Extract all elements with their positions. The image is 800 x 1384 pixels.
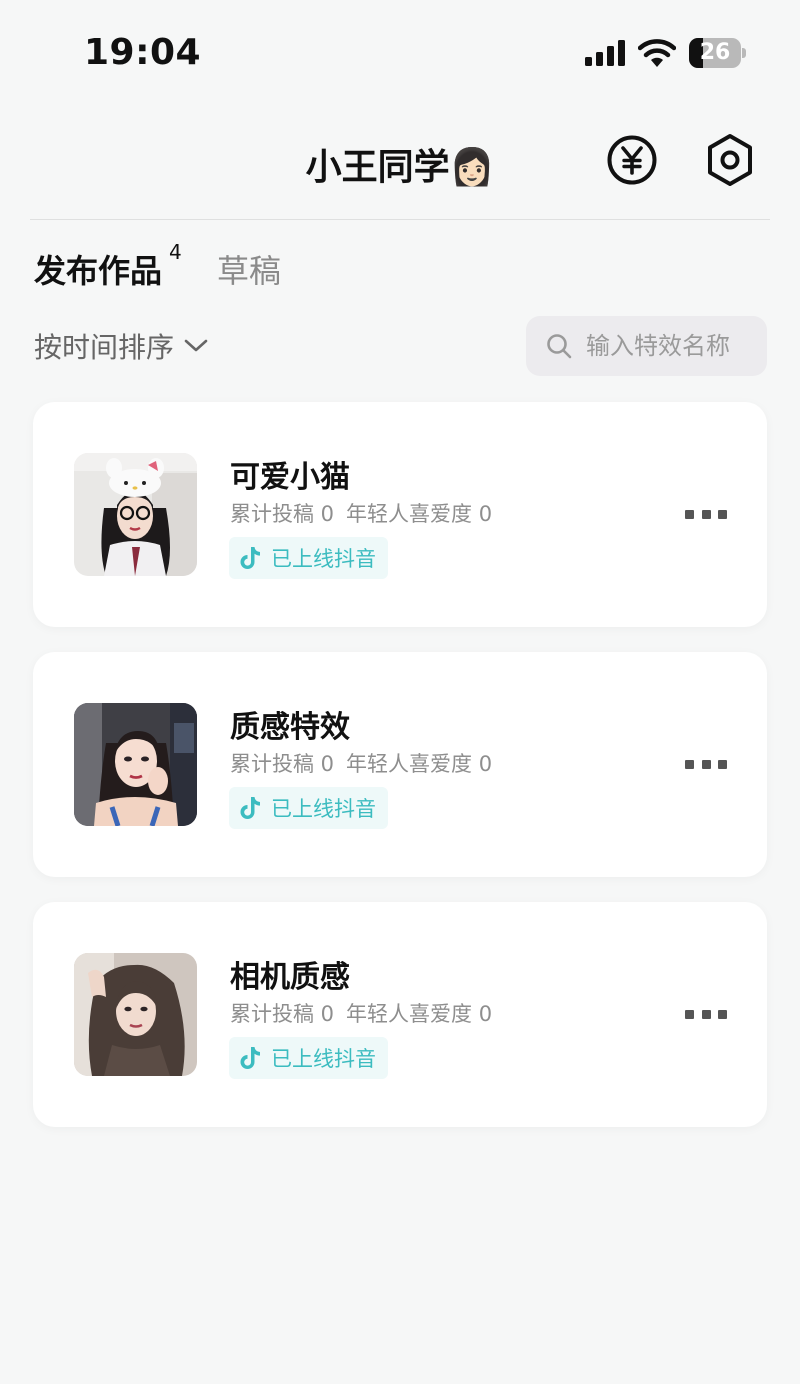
signal-icon — [585, 40, 625, 66]
effect-title: 相机质感 — [230, 960, 350, 995]
battery-level: 26 — [699, 40, 731, 65]
tab-drafts-label: 草稿 — [217, 252, 282, 290]
sort-label: 按时间排序 — [34, 331, 175, 364]
thumbnail-image — [74, 703, 197, 826]
wifi-icon — [638, 39, 676, 67]
more-options-button[interactable] — [685, 507, 727, 521]
submissions-count: 累计投稿 0 — [230, 752, 335, 776]
status-time: 19:04 — [84, 32, 202, 73]
list-item[interactable]: 可爱小猫 累计投稿 0 年轻人喜爱度 0 已上线抖音 — [33, 402, 767, 627]
tab-published-label: 发布作品 — [34, 252, 163, 290]
header: 小王同学👩🏻 — [0, 110, 800, 210]
settings-icon[interactable] — [704, 133, 756, 187]
search-box[interactable] — [526, 316, 767, 376]
list-item[interactable]: 质感特效 累计投稿 0 年轻人喜爱度 0 已上线抖音 — [33, 652, 767, 877]
search-icon — [547, 334, 572, 359]
effect-title: 质感特效 — [230, 710, 350, 745]
popularity-score: 年轻人喜爱度 0 — [346, 502, 493, 526]
tab-drafts[interactable]: 草稿 — [217, 246, 281, 292]
status-badge: 已上线抖音 — [229, 537, 388, 579]
effect-stats: 累计投稿 0 年轻人喜爱度 0 — [230, 998, 492, 1028]
popularity-score: 年轻人喜爱度 0 — [346, 1002, 493, 1026]
battery-icon: 26 — [689, 38, 747, 68]
effect-stats: 累计投稿 0 年轻人喜爱度 0 — [230, 748, 492, 778]
sort-dropdown[interactable]: 按时间排序 — [34, 326, 208, 366]
status-label: 已上线抖音 — [271, 547, 376, 571]
tab-published[interactable]: 发布作品 4 — [34, 240, 182, 292]
status-badge: 已上线抖音 — [229, 1037, 388, 1079]
status-badge: 已上线抖音 — [229, 787, 388, 829]
tab-published-count: 4 — [169, 240, 182, 264]
search-input[interactable] — [586, 332, 756, 360]
status-label: 已上线抖音 — [271, 797, 376, 821]
popularity-score: 年轻人喜爱度 0 — [346, 752, 493, 776]
effects-list: 可爱小猫 累计投稿 0 年轻人喜爱度 0 已上线抖音 质感特效 累计投稿 0 年… — [33, 402, 767, 1152]
tiktok-icon — [240, 547, 260, 569]
status-label: 已上线抖音 — [271, 1047, 376, 1071]
thumbnail-image — [74, 953, 197, 1076]
page-title: 小王同学👩🏻 — [305, 147, 495, 188]
chevron-down-icon — [184, 339, 208, 352]
effect-title: 可爱小猫 — [230, 460, 350, 495]
more-options-button[interactable] — [685, 1007, 727, 1021]
header-divider — [30, 219, 770, 220]
tiktok-icon — [240, 1047, 260, 1069]
tiktok-icon — [240, 797, 260, 819]
effect-stats: 累计投稿 0 年轻人喜爱度 0 — [230, 498, 492, 528]
thumbnail-image — [74, 453, 197, 576]
submissions-count: 累计投稿 0 — [230, 502, 335, 526]
submissions-count: 累计投稿 0 — [230, 1002, 335, 1026]
more-options-button[interactable] — [685, 757, 727, 771]
status-bar: 19:04 26 — [0, 0, 800, 100]
list-item[interactable]: 相机质感 累计投稿 0 年轻人喜爱度 0 已上线抖音 — [33, 902, 767, 1127]
yuan-icon[interactable] — [606, 134, 658, 186]
